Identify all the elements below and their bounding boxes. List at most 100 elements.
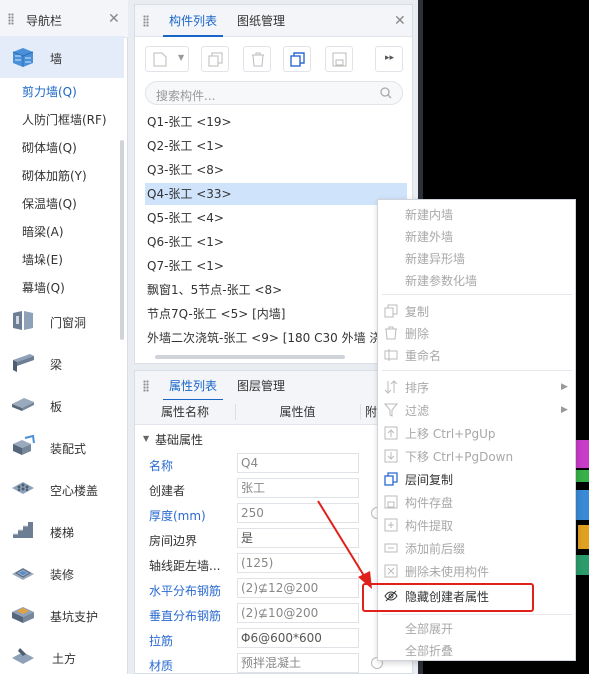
list-item[interactable]: 飘窗1、5节点-张工 <8> bbox=[147, 279, 282, 301]
submenu-arrow-icon: ▶ bbox=[561, 382, 568, 392]
menu-item-move-up[interactable]: 上移 Ctrl+PgUp bbox=[405, 425, 495, 442]
nav-subitem-masonry-wall[interactable]: 砌体墙(Q) bbox=[22, 139, 77, 156]
property-name: 拉筋 bbox=[149, 634, 174, 648]
sort-icon bbox=[384, 380, 398, 394]
list-item[interactable]: Q2-张工 <1> bbox=[147, 135, 224, 157]
menu-item-delete-unused[interactable]: 删除未使用构件 bbox=[405, 563, 489, 580]
property-value-field[interactable]: 预拌混凝土 bbox=[237, 653, 359, 673]
nav-category-hollow-floor[interactable]: 空心楼盖 bbox=[0, 468, 124, 510]
copy-component-button[interactable] bbox=[201, 46, 229, 72]
component-list-panel: 构件列表 图纸管理 ✕ ▼ ▸▸ 搜索构件... Q1-张工 <19> Q2-张… bbox=[134, 4, 413, 364]
property-value-field[interactable]: Q4 bbox=[237, 453, 359, 473]
double-arrow-right-icon: ▸▸ bbox=[385, 53, 395, 63]
tab-properties[interactable]: 属性列表 bbox=[163, 371, 224, 401]
drag-handle-icon[interactable] bbox=[143, 380, 149, 392]
nav-category-door-window[interactable]: 门窗洞 bbox=[0, 300, 124, 342]
property-value-field[interactable]: Φ6@600*600 bbox=[237, 628, 359, 648]
nav-category-prefab[interactable]: 装配式 bbox=[0, 426, 124, 468]
nav-subitem-curtain-wall[interactable]: 幕墙(Q) bbox=[22, 279, 65, 296]
collapse-triangle-icon[interactable]: ▼ bbox=[143, 434, 149, 443]
nav-category-label: 板 bbox=[50, 400, 63, 414]
nav-category-pit-support[interactable]: 基坑支护 bbox=[0, 594, 124, 636]
nav-subitem-hidden-beam[interactable]: 暗梁(A) bbox=[22, 223, 64, 240]
list-item[interactable]: Q5-张工 <4> bbox=[147, 207, 224, 229]
menu-item-new-special-wall[interactable]: 新建异形墙 bbox=[405, 250, 465, 267]
drag-handle-icon[interactable] bbox=[143, 15, 149, 27]
floor-copy-button[interactable] bbox=[283, 46, 311, 72]
slab-icon bbox=[12, 398, 34, 411]
tab-drawing-management[interactable]: 图纸管理 bbox=[231, 5, 291, 37]
menu-item-collapse-all[interactable]: 全部折叠 bbox=[405, 642, 453, 659]
properties-tabbar: 属性列表 图层管理 bbox=[135, 371, 412, 401]
save-component-button[interactable] bbox=[325, 46, 353, 72]
close-icon[interactable]: ✕ bbox=[394, 14, 406, 28]
nav-category-wall[interactable]: 墙 bbox=[0, 36, 124, 78]
nav-subitem-masonry-reinforcement[interactable]: 砌体加筋(Y) bbox=[22, 167, 87, 184]
drag-handle-icon[interactable] bbox=[8, 13, 14, 25]
nav-category-label: 梁 bbox=[50, 358, 63, 372]
menu-item-new-parametric-wall[interactable]: 新建参数化墙 bbox=[405, 272, 477, 289]
stair-icon bbox=[13, 522, 33, 538]
new-file-icon bbox=[153, 52, 167, 67]
nav-category-label: 楼梯 bbox=[50, 526, 75, 540]
menu-item-new-inner-wall[interactable]: 新建内墙 bbox=[405, 206, 453, 223]
nav-subitem-civil-defense-wall[interactable]: 人防门框墙(RF) bbox=[22, 111, 107, 128]
nav-category-stair[interactable]: 楼梯 bbox=[0, 510, 124, 552]
menu-divider bbox=[382, 294, 572, 295]
property-group-title: 基础属性 bbox=[155, 433, 204, 447]
menu-item-floor-copy[interactable]: 层间复制 bbox=[405, 471, 453, 488]
chevron-down-icon: ▼ bbox=[178, 53, 185, 62]
list-horizontal-scrollbar[interactable] bbox=[155, 355, 345, 359]
navigation-panel: 导航栏 ✕ 墙 剪力墙(Q) 人防门框墙(RF) 砌体墙(Q) 砌体加筋(Y) … bbox=[0, 0, 128, 674]
nav-subitem-insulation-wall[interactable]: 保温墙(Q) bbox=[22, 195, 77, 212]
nav-category-beam[interactable]: 梁 bbox=[0, 342, 124, 384]
menu-item-save-component[interactable]: 构件存盘 bbox=[405, 494, 453, 511]
list-item[interactable]: Q3-张工 <8> bbox=[147, 159, 224, 181]
delete-component-button[interactable] bbox=[243, 46, 271, 72]
menu-item-add-affix[interactable]: 添加前后缀 bbox=[405, 540, 465, 557]
list-item[interactable]: Q6-张工 <1> bbox=[147, 231, 224, 253]
nav-category-label: 装配式 bbox=[50, 442, 87, 456]
component-search-input[interactable]: 搜索构件... bbox=[145, 81, 403, 105]
property-value-field[interactable]: (2)⊈10@200 bbox=[237, 603, 359, 623]
menu-item-new-outer-wall[interactable]: 新建外墙 bbox=[405, 228, 453, 245]
nav-category-slab[interactable]: 板 bbox=[0, 384, 124, 426]
delete-unused-icon bbox=[384, 564, 398, 578]
canvas-element bbox=[574, 555, 589, 575]
nav-category-earthwork[interactable]: 土方 bbox=[0, 636, 124, 674]
prefab-icon bbox=[13, 434, 35, 455]
door-window-icon bbox=[13, 311, 33, 330]
list-item-selected[interactable]: Q4-张工 <33> bbox=[145, 183, 407, 205]
property-name: 材质 bbox=[149, 659, 174, 673]
nav-subitem-shear-wall[interactable]: 剪力墙(Q) bbox=[22, 83, 77, 100]
tab-component-list[interactable]: 构件列表 bbox=[163, 5, 224, 37]
property-name: 厚度(mm) bbox=[149, 509, 206, 523]
close-icon[interactable]: ✕ bbox=[108, 12, 120, 26]
menu-item-extract-component[interactable]: 构件提取 bbox=[405, 517, 453, 534]
menu-item-copy[interactable]: 复制 bbox=[405, 303, 429, 320]
nav-subitem-wall-pier[interactable]: 墙垛(E) bbox=[22, 251, 63, 268]
decoration-icon bbox=[12, 568, 34, 580]
menu-item-expand-all[interactable]: 全部展开 bbox=[405, 620, 453, 637]
nav-scrollbar[interactable] bbox=[120, 140, 124, 340]
property-name: 创建者 bbox=[149, 484, 186, 498]
more-tools-button[interactable]: ▸▸ bbox=[375, 46, 403, 72]
wall-icon bbox=[12, 48, 34, 67]
menu-item-filter[interactable]: 过滤 bbox=[405, 402, 429, 419]
menu-item-rename[interactable]: 重命名 bbox=[405, 347, 441, 364]
menu-item-move-down[interactable]: 下移 Ctrl+PgDown bbox=[405, 448, 513, 465]
new-component-button[interactable]: ▼ bbox=[145, 46, 189, 72]
list-item[interactable]: 外墙二次浇筑-张工 <9> [180 C30 外墙 浇 bbox=[147, 327, 409, 349]
copy-icon bbox=[384, 304, 398, 318]
list-item[interactable]: Q1-张工 <19> bbox=[147, 111, 232, 133]
list-item[interactable]: Q7-张工 <1> bbox=[147, 255, 224, 277]
tab-layer-management[interactable]: 图层管理 bbox=[231, 371, 291, 401]
menu-item-sort[interactable]: 排序 bbox=[405, 379, 429, 396]
nav-category-decoration[interactable]: 装修 bbox=[0, 552, 124, 594]
rename-icon bbox=[384, 349, 398, 361]
column-header-name: 属性名称 bbox=[160, 405, 209, 419]
menu-item-delete[interactable]: 删除 bbox=[405, 325, 429, 342]
list-item[interactable]: 节点7Q-张工 <5> [内墙] bbox=[147, 303, 285, 325]
nav-category-label: 空心楼盖 bbox=[50, 484, 99, 498]
menu-item-hide-creator-property[interactable]: 隐藏创建者属性 bbox=[405, 588, 489, 605]
